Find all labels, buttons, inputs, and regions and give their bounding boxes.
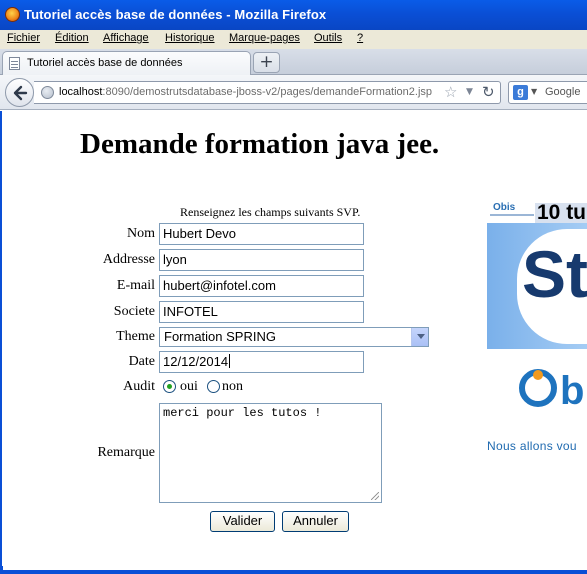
status-strip — [3, 566, 587, 570]
date-input[interactable]: 12/12/2014 — [159, 351, 364, 373]
email-label: E-mail — [116, 278, 155, 293]
bookmark-star-icon[interactable]: ☆ — [444, 83, 457, 101]
back-button[interactable] — [5, 78, 34, 107]
page-icon — [9, 57, 20, 70]
search-placeholder: Google — [545, 86, 581, 98]
ad-banner[interactable]: Obis 10 tu Str — [487, 201, 587, 349]
page-content: Demande formation java jee. Renseignez l… — [0, 111, 587, 567]
audit-non-radio[interactable] — [207, 380, 220, 393]
menu-outils[interactable]: Outils — [314, 32, 342, 44]
new-tab-button[interactable]: + — [253, 52, 280, 73]
url-host: localhost — [59, 86, 103, 98]
ad-tagline-line — [490, 214, 534, 216]
menu-fichier[interactable]: Fichier — [7, 32, 40, 44]
navigation-bar: localhost:8090/demostrutsdatabase-jboss-… — [0, 75, 587, 110]
audit-oui-label[interactable]: oui — [180, 379, 198, 395]
remarque-textarea[interactable]: merci pour les tutos ! — [159, 403, 382, 503]
addresse-input[interactable]: lyon — [159, 249, 364, 271]
nom-label: Nom — [127, 226, 155, 241]
audit-oui-radio[interactable] — [163, 380, 176, 393]
remarque-value: merci pour les tutos ! — [163, 406, 322, 420]
url-text: localhost:8090/demostrutsdatabase-jboss-… — [59, 86, 432, 98]
ad-brand: Obis — [493, 202, 516, 213]
instructions-text: Renseignez les champs suivants SVP. — [180, 205, 361, 219]
window-title: Tutoriel accès base de données - Mozilla… — [24, 7, 327, 22]
firefox-logo-icon — [5, 7, 20, 22]
valider-button[interactable]: Valider — [210, 511, 275, 532]
date-label: Date — [128, 354, 155, 369]
menu-bar: Fichier Édition Affichage Historique Mar… — [0, 30, 587, 49]
page-title: Demande formation java jee. — [80, 128, 440, 160]
menu-edition[interactable]: Édition — [55, 32, 89, 44]
resize-grip-icon[interactable] — [371, 492, 379, 500]
ad-headline: 10 tu — [535, 202, 587, 223]
nom-input[interactable]: Hubert Devo — [159, 223, 364, 245]
menu-help[interactable]: ? — [357, 32, 363, 44]
addresse-label: Addresse — [102, 252, 155, 267]
audit-label: Audit — [123, 379, 155, 394]
theme-selected-value: Formation SPRING — [164, 329, 276, 344]
ad-background: Str — [487, 223, 587, 349]
chevron-down-icon[interactable] — [411, 328, 428, 346]
date-value: 12/12/2014 — [163, 354, 229, 369]
theme-select[interactable]: Formation SPRING — [159, 327, 429, 347]
ad-word: Str — [522, 237, 587, 311]
tab-tutoriel[interactable]: Tutoriel accès base de données — [2, 51, 251, 75]
menu-historique[interactable]: Historique — [165, 32, 215, 44]
societe-label: Societe — [113, 304, 155, 319]
window-titlebar: Tutoriel accès base de données - Mozilla… — [0, 0, 587, 30]
remarque-label: Remarque — [97, 445, 155, 460]
obis-logo-letter: b — [560, 369, 584, 413]
societe-input[interactable]: INFOTEL — [159, 301, 364, 323]
reload-icon[interactable]: ↻ — [482, 83, 495, 101]
tab-strip: Tutoriel accès base de données + — [0, 49, 587, 75]
url-bar[interactable]: localhost:8090/demostrutsdatabase-jboss-… — [34, 81, 501, 104]
text-cursor — [229, 354, 231, 368]
history-dropmarker-icon[interactable]: ▼ — [466, 87, 473, 97]
obis-logo-icon[interactable]: b — [518, 364, 587, 414]
back-arrow-icon — [13, 85, 28, 101]
window-bottom-border — [0, 566, 587, 574]
email-input[interactable]: hubert@infotel.com — [159, 275, 364, 297]
menu-marque-pages[interactable]: Marque-pages — [229, 32, 300, 44]
globe-icon — [41, 86, 54, 99]
tab-label: Tutoriel accès base de données — [27, 57, 183, 69]
annuler-button[interactable]: Annuler — [282, 511, 349, 532]
theme-label: Theme — [116, 329, 155, 344]
engine-dropdown-icon[interactable]: ▼ — [531, 87, 537, 96]
audit-non-label[interactable]: non — [222, 379, 243, 395]
ad-slogan: Nous allons vou — [487, 439, 577, 453]
menu-affichage[interactable]: Affichage — [103, 32, 149, 44]
url-path: :8090/demostrutsdatabase-jboss-v2/pages/… — [102, 86, 433, 98]
google-engine-icon[interactable]: g — [513, 85, 528, 100]
search-bar[interactable]: g ▼ Google — [508, 81, 587, 104]
